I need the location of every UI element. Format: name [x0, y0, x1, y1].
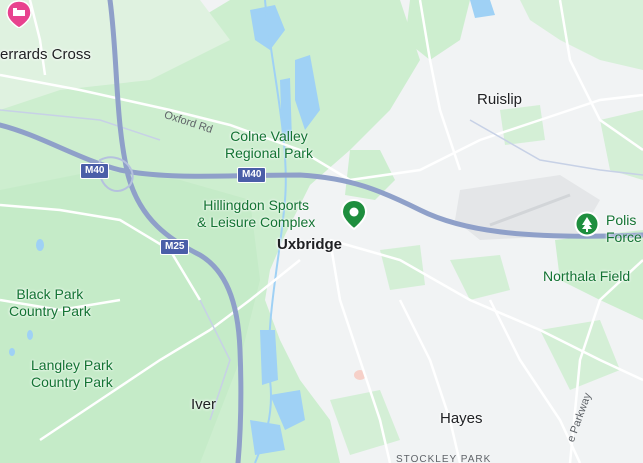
motorway-shield-m25: M25 [160, 239, 190, 255]
place-uxbridge[interactable]: Uxbridge [277, 237, 342, 252]
place-iver[interactable]: Iver [191, 397, 216, 412]
place-gerrards-cross[interactable]: errards Cross [0, 47, 91, 62]
park-label-black-park[interactable]: Black Park Country Park [9, 286, 91, 320]
park-label-line: Hillingdon Sports [203, 197, 310, 213]
motorway-shield-m40: M40 [237, 167, 267, 183]
park-label-northala[interactable]: Northala Field [543, 268, 630, 285]
park-label-line: Langley Park [31, 357, 113, 373]
park-label-line: & Leisure Complex [197, 214, 316, 230]
park-label-polish[interactable]: Polis Force [606, 212, 642, 246]
map-base [0, 0, 643, 463]
park-label-line: Force [606, 229, 642, 245]
place-hayes[interactable]: Hayes [440, 411, 483, 426]
park-label-colne-valley[interactable]: Colne Valley Regional Park [225, 128, 313, 162]
place-ruislip[interactable]: Ruislip [477, 92, 522, 107]
park-label-line: Polis [606, 212, 637, 228]
park-label-line: Black Park [16, 286, 84, 302]
park-label-line: Colne Valley [230, 128, 308, 144]
park-label-line: Country Park [9, 303, 91, 319]
park-label-langley-park[interactable]: Langley Park Country Park [31, 357, 113, 391]
park-label-line: Regional Park [225, 145, 313, 161]
place-stockley-park: STOCKLEY PARK [396, 454, 492, 463]
motorway-shield-m40: M40 [80, 163, 110, 179]
park-label-hillingdon[interactable]: Hillingdon Sports & Leisure Complex [197, 197, 315, 231]
map-canvas[interactable]: errards Cross Ruislip Uxbridge Iver Haye… [0, 0, 643, 463]
park-label-line: Country Park [31, 374, 113, 390]
